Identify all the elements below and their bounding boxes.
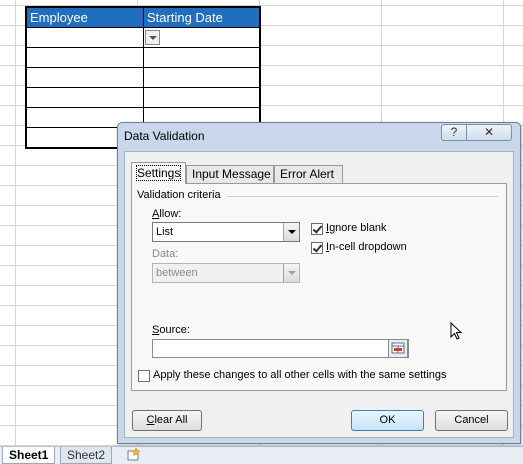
source-label: Source: — [152, 324, 190, 336]
table-cell[interactable] — [25, 67, 144, 88]
allow-label: Allow: — [152, 208, 181, 220]
tab-input-message[interactable]: Input Message — [186, 165, 274, 183]
sheet-tab-sheet2[interactable]: Sheet2 — [60, 447, 113, 464]
tab-settings-label: Settings — [135, 165, 182, 181]
settings-panel: Validation criteria Allow: List Data: be… — [131, 183, 507, 391]
close-button[interactable]: ✕ — [467, 124, 512, 141]
insert-sheet-icon[interactable] — [127, 448, 141, 461]
allow-select-value: List — [156, 226, 174, 238]
data-validation-dialog: Data Validation ? ✕ Settings Input Messa… — [117, 122, 521, 444]
dialog-client-area: Settings Input Message Error Alert Valid… — [124, 151, 514, 438]
table-cell[interactable] — [25, 27, 144, 48]
table-cell[interactable] — [143, 67, 261, 88]
table-row — [25, 87, 261, 108]
table-cell[interactable] — [143, 87, 261, 108]
ignore-blank-checkbox[interactable] — [311, 223, 323, 235]
table-row — [25, 67, 261, 88]
table-row — [25, 47, 261, 68]
allow-select[interactable]: List — [152, 222, 300, 242]
table-cell-selected[interactable] — [143, 27, 261, 48]
data-select: between — [152, 263, 300, 283]
in-cell-dropdown-checkbox[interactable] — [311, 242, 323, 254]
allow-label-text: Allow: — [152, 208, 182, 220]
ok-button[interactable]: OK — [351, 410, 424, 431]
ignore-blank-label[interactable]: Ignore blank — [326, 222, 387, 234]
cell-dropdown-arrow-icon[interactable] — [145, 30, 160, 45]
clear-all-button[interactable]: Clear All — [132, 410, 202, 431]
validation-criteria-label: Validation criteria — [137, 189, 221, 201]
sheet-tab-bar: Sheet1 Sheet2 — [0, 446, 523, 464]
group-divider — [227, 196, 498, 197]
chevron-down-icon[interactable] — [283, 223, 299, 241]
table-cell[interactable] — [25, 47, 144, 68]
column-header-starting-date[interactable]: Starting Date — [143, 6, 261, 28]
sheet-tab-sheet1[interactable]: Sheet1 — [2, 447, 56, 464]
mouse-cursor-icon — [450, 322, 463, 340]
apply-all-label[interactable]: Apply these changes to all other cells w… — [153, 369, 447, 381]
tab-settings[interactable]: Settings — [131, 162, 186, 184]
data-label: Data: — [152, 248, 179, 260]
in-cell-dropdown-label[interactable]: In-cell dropdown — [326, 241, 407, 253]
table-row — [25, 27, 261, 48]
apply-all-checkbox[interactable] — [138, 370, 150, 382]
tab-error-alert[interactable]: Error Alert — [274, 165, 343, 183]
collapse-dialog-button[interactable] — [388, 339, 408, 358]
data-select-value: between — [156, 267, 198, 279]
chevron-down-icon — [283, 264, 299, 282]
dialog-title: Data Validation — [124, 129, 205, 143]
cancel-button[interactable]: Cancel — [435, 410, 508, 431]
table-cell[interactable] — [25, 87, 144, 108]
help-button[interactable]: ? — [441, 124, 467, 141]
table-header-row: Employee Starting Date — [25, 6, 261, 28]
range-select-icon — [391, 342, 405, 354]
source-input[interactable] — [152, 339, 409, 358]
column-header-employee[interactable]: Employee — [25, 6, 144, 28]
table-cell[interactable] — [143, 47, 261, 68]
